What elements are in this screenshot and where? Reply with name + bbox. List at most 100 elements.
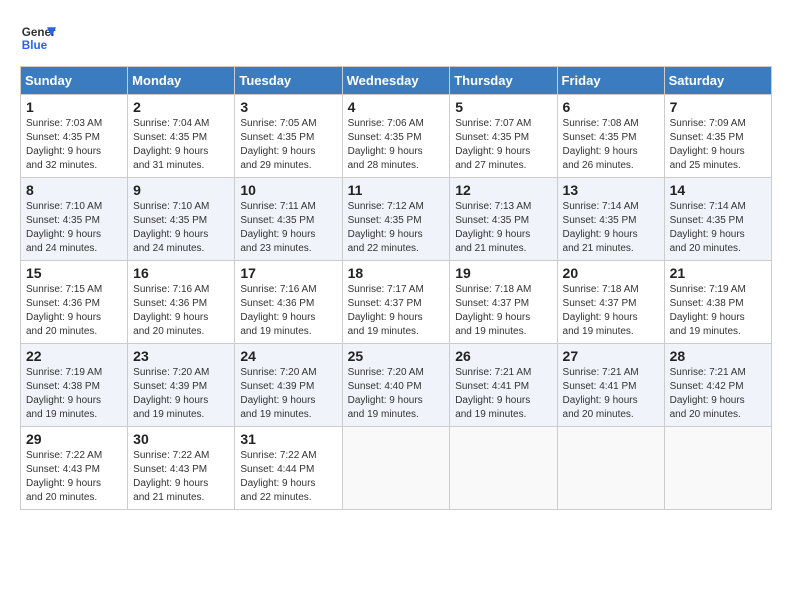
calendar-cell: 3Sunrise: 7:05 AM Sunset: 4:35 PM Daylig… [235,95,342,178]
weekday-header-tuesday: Tuesday [235,67,342,95]
day-info: Sunrise: 7:11 AM Sunset: 4:35 PM Dayligh… [240,200,336,256]
day-info: Sunrise: 7:20 AM Sunset: 4:39 PM Dayligh… [240,366,336,422]
day-info: Sunrise: 7:15 AM Sunset: 4:36 PM Dayligh… [26,283,122,339]
day-number: 22 [26,348,122,364]
weekday-header-wednesday: Wednesday [342,67,450,95]
calendar-body: 1 Sunrise: 7:03 AM Sunset: 4:35 PM Daylig… [21,95,772,510]
day-number: 17 [240,265,336,281]
day-info: Sunrise: 7:22 AM Sunset: 4:43 PM Dayligh… [26,449,122,505]
logo: General Blue [20,20,56,56]
calendar-cell: 31Sunrise: 7:22 AM Sunset: 4:44 PM Dayli… [235,427,342,510]
calendar-cell: 23Sunrise: 7:20 AM Sunset: 4:39 PM Dayli… [128,344,235,427]
calendar-cell: 5 Sunrise: 7:07 AM Sunset: 4:35 PM Daylig… [450,95,557,178]
calendar-header: SundayMondayTuesdayWednesdayThursdayFrid… [21,67,772,95]
day-info: Sunrise: 7:18 AM Sunset: 4:37 PM Dayligh… [563,283,659,339]
calendar-cell: 6 Sunrise: 7:08 AM Sunset: 4:35 PM Daylig… [557,95,664,178]
day-number: 15 [26,265,122,281]
calendar-cell: 16Sunrise: 7:16 AM Sunset: 4:36 PM Dayli… [128,261,235,344]
day-info: Sunrise: 7:16 AM Sunset: 4:36 PM Dayligh… [240,283,336,339]
calendar-cell [557,427,664,510]
calendar-cell: 8 Sunrise: 7:10 AM Sunset: 4:35 PM Daylig… [21,178,128,261]
calendar-cell: 10 Sunrise: 7:11 AM Sunset: 4:35 PM Dayli… [235,178,342,261]
calendar-cell: 20 Sunrise: 7:18 AM Sunset: 4:37 PM Dayli… [557,261,664,344]
calendar-cell: 29 Sunrise: 7:22 AM Sunset: 4:43 PM Dayli… [21,427,128,510]
day-number: 28 [670,348,766,364]
day-info: Sunrise: 7:12 AM Sunset: 4:35 PM Dayligh… [348,200,445,256]
day-info: Sunrise: 7:09 AM Sunset: 4:35 PM Dayligh… [670,117,766,173]
calendar-cell: 4 Sunrise: 7:06 AM Sunset: 4:35 PM Daylig… [342,95,450,178]
day-number: 12 [455,182,551,198]
day-info: Sunrise: 7:21 AM Sunset: 4:41 PM Dayligh… [563,366,659,422]
calendar-cell: 14 Sunrise: 7:14 AM Sunset: 4:35 PM Dayli… [664,178,771,261]
day-info: Sunrise: 7:06 AM Sunset: 4:35 PM Dayligh… [348,117,445,173]
day-info: Sunrise: 7:19 AM Sunset: 4:38 PM Dayligh… [26,366,122,422]
day-number: 24 [240,348,336,364]
page-header: General Blue [20,20,772,56]
day-number: 11 [348,182,445,198]
day-info: Sunrise: 7:08 AM Sunset: 4:35 PM Dayligh… [563,117,659,173]
calendar-cell: 24 Sunrise: 7:20 AM Sunset: 4:39 PM Dayli… [235,344,342,427]
calendar-cell: 27 Sunrise: 7:21 AM Sunset: 4:41 PM Dayli… [557,344,664,427]
day-number: 21 [670,265,766,281]
day-info: Sunrise: 7:17 AM Sunset: 4:37 PM Dayligh… [348,283,445,339]
day-number: 30 [133,431,229,447]
calendar-cell: 15 Sunrise: 7:15 AM Sunset: 4:36 PM Dayli… [21,261,128,344]
calendar-cell: 18 Sunrise: 7:17 AM Sunset: 4:37 PM Dayli… [342,261,450,344]
calendar-week-5: 29 Sunrise: 7:22 AM Sunset: 4:43 PM Dayli… [21,427,772,510]
day-info: Sunrise: 7:19 AM Sunset: 4:38 PM Dayligh… [670,283,766,339]
day-info: Sunrise: 7:10 AM Sunset: 4:35 PM Dayligh… [133,200,229,256]
day-info: Sunrise: 7:03 AM Sunset: 4:35 PM Dayligh… [26,117,122,173]
day-number: 18 [348,265,445,281]
calendar-cell: 2Sunrise: 7:04 AM Sunset: 4:35 PM Daylig… [128,95,235,178]
weekday-header-friday: Friday [557,67,664,95]
day-number: 29 [26,431,122,447]
day-info: Sunrise: 7:14 AM Sunset: 4:35 PM Dayligh… [670,200,766,256]
day-info: Sunrise: 7:07 AM Sunset: 4:35 PM Dayligh… [455,117,551,173]
day-number: 16 [133,265,229,281]
calendar-cell: 26 Sunrise: 7:21 AM Sunset: 4:41 PM Dayli… [450,344,557,427]
calendar-cell [664,427,771,510]
calendar-table: SundayMondayTuesdayWednesdayThursdayFrid… [20,66,772,510]
day-number: 5 [455,99,551,115]
calendar-cell: 28Sunrise: 7:21 AM Sunset: 4:42 PM Dayli… [664,344,771,427]
calendar-cell: 22 Sunrise: 7:19 AM Sunset: 4:38 PM Dayli… [21,344,128,427]
day-number: 3 [240,99,336,115]
day-info: Sunrise: 7:22 AM Sunset: 4:43 PM Dayligh… [133,449,229,505]
calendar-cell [342,427,450,510]
day-number: 27 [563,348,659,364]
day-info: Sunrise: 7:20 AM Sunset: 4:40 PM Dayligh… [348,366,445,422]
day-info: Sunrise: 7:21 AM Sunset: 4:41 PM Dayligh… [455,366,551,422]
calendar-week-3: 15 Sunrise: 7:15 AM Sunset: 4:36 PM Dayli… [21,261,772,344]
weekday-header-saturday: Saturday [664,67,771,95]
day-number: 14 [670,182,766,198]
weekday-header-monday: Monday [128,67,235,95]
day-info: Sunrise: 7:10 AM Sunset: 4:35 PM Dayligh… [26,200,122,256]
day-number: 7 [670,99,766,115]
day-number: 20 [563,265,659,281]
calendar-week-2: 8 Sunrise: 7:10 AM Sunset: 4:35 PM Daylig… [21,178,772,261]
calendar-cell: 7 Sunrise: 7:09 AM Sunset: 4:35 PM Daylig… [664,95,771,178]
calendar-cell: 21 Sunrise: 7:19 AM Sunset: 4:38 PM Dayli… [664,261,771,344]
day-number: 1 [26,99,122,115]
day-number: 4 [348,99,445,115]
calendar-cell: 30 Sunrise: 7:22 AM Sunset: 4:43 PM Dayli… [128,427,235,510]
svg-text:Blue: Blue [22,39,48,52]
day-number: 31 [240,431,336,447]
calendar-cell: 11 Sunrise: 7:12 AM Sunset: 4:35 PM Dayli… [342,178,450,261]
calendar-cell [450,427,557,510]
day-number: 2 [133,99,229,115]
day-number: 8 [26,182,122,198]
day-info: Sunrise: 7:20 AM Sunset: 4:39 PM Dayligh… [133,366,229,422]
calendar-cell: 12Sunrise: 7:13 AM Sunset: 4:35 PM Dayli… [450,178,557,261]
day-number: 26 [455,348,551,364]
day-number: 25 [348,348,445,364]
day-number: 6 [563,99,659,115]
day-number: 10 [240,182,336,198]
day-number: 13 [563,182,659,198]
calendar-cell: 17 Sunrise: 7:16 AM Sunset: 4:36 PM Dayli… [235,261,342,344]
day-number: 19 [455,265,551,281]
calendar-week-1: 1 Sunrise: 7:03 AM Sunset: 4:35 PM Daylig… [21,95,772,178]
day-info: Sunrise: 7:14 AM Sunset: 4:35 PM Dayligh… [563,200,659,256]
calendar-week-4: 22 Sunrise: 7:19 AM Sunset: 4:38 PM Dayli… [21,344,772,427]
logo-icon: General Blue [20,20,56,56]
